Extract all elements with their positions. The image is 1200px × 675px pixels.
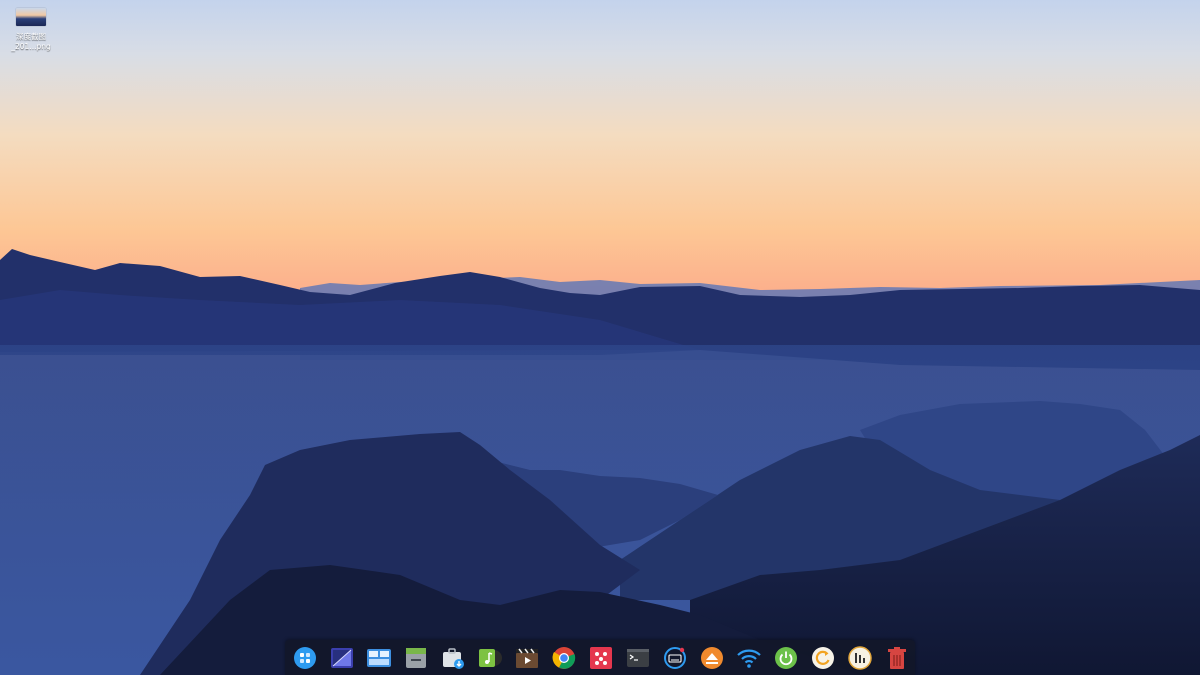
launcher-icon[interactable] <box>292 646 318 670</box>
desktop-wallpaper <box>0 0 1200 675</box>
trash-icon[interactable] <box>884 646 910 670</box>
eject-drive-icon[interactable] <box>699 646 725 670</box>
image-file-thumbnail <box>16 8 46 26</box>
update-icon[interactable] <box>810 646 836 670</box>
terminal-icon[interactable] <box>625 646 651 670</box>
archive-manager-icon[interactable] <box>403 646 429 670</box>
multitasking-view-icon[interactable] <box>329 646 355 670</box>
power-icon[interactable] <box>773 646 799 670</box>
desktop-file-screenshot[interactable]: 深度截图 _201...png <box>6 8 56 52</box>
screen-cast-icon[interactable] <box>588 646 614 670</box>
input-method-icon[interactable] <box>662 646 688 670</box>
file-name-line1: 深度截图 <box>16 32 46 41</box>
dock <box>285 640 915 675</box>
wifi-icon[interactable] <box>736 646 762 670</box>
clock-icon[interactable] <box>847 646 873 670</box>
app-store-icon[interactable] <box>440 646 466 670</box>
music-player-icon[interactable] <box>477 646 503 670</box>
movie-player-icon[interactable] <box>514 646 540 670</box>
file-manager-icon[interactable] <box>366 646 392 670</box>
chrome-browser-icon[interactable] <box>551 646 577 670</box>
file-name-line2: _201...png <box>11 42 51 51</box>
